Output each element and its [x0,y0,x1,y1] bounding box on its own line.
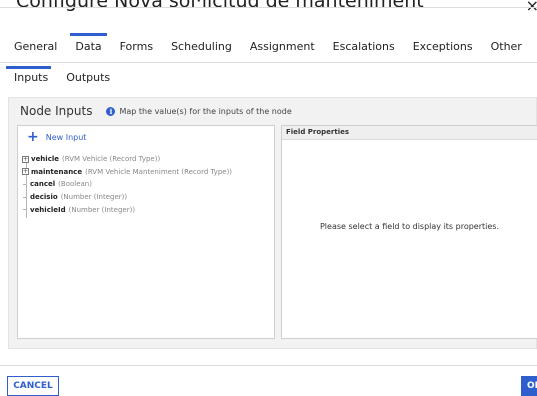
node-name[interactable]: vehicle [31,155,59,163]
node-type: (RVM Vehicle Manteniment (Record Type)) [85,167,233,176]
tab-scheduling[interactable]: Scheduling [162,32,241,62]
node-name[interactable]: vehicleId [30,206,66,214]
tab-general[interactable]: General [0,32,66,62]
tab-forms[interactable]: Forms [111,32,162,62]
tree-branch [23,209,27,211]
ok-button[interactable]: OK [521,376,537,396]
new-input-label: New Input [45,132,87,142]
node-inputs-section: Node Inputs i Map the value(s) for the i… [8,97,537,349]
tabs-divider [0,62,537,63]
tab-bar: General Data Forms Scheduling Assignment… [0,32,531,62]
tree-node-vehicleid[interactable]: vehicleId (Number (Integer)) [22,203,232,216]
node-type: (RVM Vehicle (Record Type)) [62,155,161,164]
subtab-outputs[interactable]: Outputs [57,64,119,92]
tree-node-cancel[interactable]: cancel (Boolean) [22,178,232,191]
node-inputs-description: Map the value(s) for the inputs of the n… [119,106,292,116]
tree-branch [23,196,27,198]
node-inputs-header: Node Inputs i Map the value(s) for the i… [20,102,292,120]
expand-icon[interactable]: + [22,168,29,176]
node-name[interactable]: maintenance [31,168,82,176]
new-input-button[interactable]: + New Input [27,129,87,145]
tab-exceptions[interactable]: Exceptions [404,32,482,62]
field-properties-panel: Field Properties Please select a field t… [281,125,537,339]
node-type: (Number (Integer)) [60,193,128,202]
tab-escalations[interactable]: Escalations [324,32,404,62]
inputs-tree: + vehicle (RVM Vehicle (Record Type)) + … [22,153,232,218]
tree-node-decisio[interactable]: decisio (Number (Integer)) [22,191,232,204]
subtab-inputs[interactable]: Inputs [0,64,57,92]
cancel-button[interactable]: CANCEL [7,376,59,396]
node-inputs-title: Node Inputs [20,104,93,118]
dialog-title: Configure Nova sol·licitud de mantenimen… [16,0,424,12]
tab-assignment[interactable]: Assignment [241,32,324,62]
inputs-tree-panel: + New Input + vehicle (RVM Vehicle (Reco… [17,125,275,339]
tree-node-vehicle[interactable]: + vehicle (RVM Vehicle (Record Type)) [22,153,232,166]
node-type: (Boolean) [58,180,92,189]
field-properties-title: Field Properties [282,126,537,140]
expand-icon[interactable]: + [22,155,29,163]
plus-icon: + [27,129,39,145]
node-name[interactable]: decisio [30,193,58,201]
node-name[interactable]: cancel [30,180,55,188]
subtab-bar: Inputs Outputs [0,64,119,92]
header-divider [0,7,537,8]
tab-data[interactable]: Data [66,32,110,62]
footer-divider [0,365,537,366]
tab-other[interactable]: Other [482,32,531,62]
tree-branch [23,183,27,185]
tree-node-maintenance[interactable]: + maintenance (RVM Vehicle Manteniment (… [22,166,232,179]
field-properties-empty-message: Please select a field to display its pro… [319,222,500,231]
node-type: (Number (Integer)) [68,205,136,214]
info-icon: i [106,106,116,116]
